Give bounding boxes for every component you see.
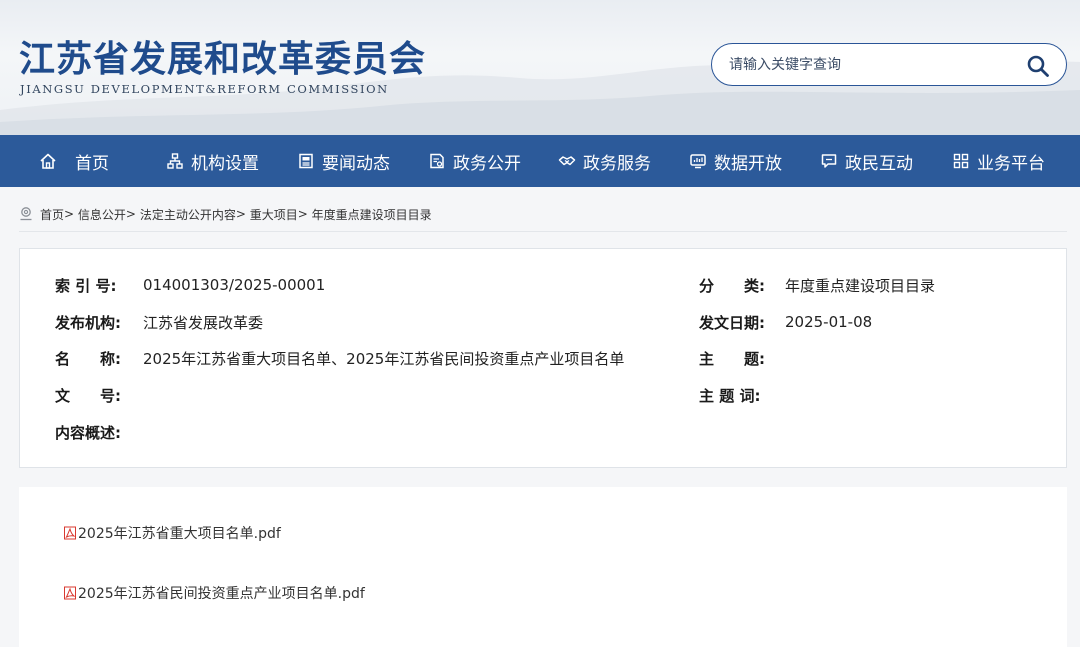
info-subject: 主 题: (699, 347, 785, 369)
site-subtitle: JIANGSU DEVELOPMENT&REFORM COMMISSION (20, 82, 389, 96)
keywords-label: 主 题 词: (699, 386, 761, 405)
info-date: 发文日期: 2025-01-08 (699, 311, 872, 333)
index-value: 014001303/2025-00001 (143, 276, 326, 294)
nav-item-business-platform[interactable]: 业务平台 (952, 135, 1045, 187)
document-info-panel: 索 引 号: 014001303/2025-00001 发布机构: 江苏省发展改… (19, 248, 1067, 468)
attachment-name: 2025年江苏省民间投资重点产业项目名单.pdf (78, 586, 365, 602)
pdf-icon (64, 586, 76, 600)
publisher-value: 江苏省发展改革委 (143, 313, 264, 332)
nav-label: 政务公开 (453, 153, 521, 174)
summary-label: 内容概述: (55, 423, 121, 442)
chat-icon (821, 154, 837, 168)
grid-icon (953, 153, 969, 169)
attachment-link[interactable]: 2025年江苏省民间投资重点产业项目名单.pdf (63, 583, 365, 603)
breadcrumb-item-current[interactable]: 年度重点建设项目目录 (312, 206, 432, 223)
home-icon (40, 153, 56, 169)
nav-item-gov-affairs[interactable]: 政务公开 (428, 135, 521, 187)
nav-label: 数据开放 (714, 153, 782, 174)
nav-item-home[interactable]: 首页 (39, 135, 109, 187)
info-publisher: 发布机构: 江苏省发展改革委 (55, 311, 263, 333)
org-chart-icon (167, 153, 183, 169)
nav-label: 首页 (75, 153, 109, 174)
info-keywords: 主 题 词: (699, 384, 785, 406)
nav-label: 政民互动 (845, 153, 913, 174)
main-nav: 首页 机构设置 要闻动态 政务公开 政务服务 数据开放 政民互动 业务平台 (0, 135, 1080, 187)
location-icon (20, 207, 32, 221)
nav-item-gov-services[interactable]: 政务服务 (558, 135, 651, 187)
nav-item-organization[interactable]: 机构设置 (166, 135, 259, 187)
nav-label: 机构设置 (191, 153, 259, 174)
nav-label: 要闻动态 (322, 153, 390, 174)
date-value: 2025-01-08 (785, 313, 873, 331)
info-docno: 文 号: (55, 384, 143, 406)
subject-label: 主 题: (699, 349, 765, 368)
category-value: 年度重点建设项目目录 (785, 276, 936, 295)
breadcrumb-item[interactable]: 重大项目 (250, 206, 298, 223)
breadcrumb-item[interactable]: 法定主动公开内容 (140, 206, 236, 223)
attachment-link[interactable]: 2025年江苏省重大项目名单.pdf (63, 523, 281, 543)
nav-label: 业务平台 (977, 153, 1045, 174)
breadcrumb-separator: > (125, 207, 136, 221)
date-label: 发文日期: (699, 313, 765, 332)
search-icon[interactable] (1026, 54, 1050, 78)
name-label: 名 称: (55, 349, 121, 368)
nav-item-news[interactable]: 要闻动态 (297, 135, 390, 187)
breadcrumb-separator: > (235, 207, 246, 221)
site-header: 江苏省发展和改革委员会 JIANGSU DEVELOPMENT&REFORM C… (0, 0, 1080, 135)
index-label: 索 引 号: (55, 276, 117, 295)
nav-item-interaction[interactable]: 政民互动 (820, 135, 913, 187)
breadcrumb-item[interactable]: 信息公开 (78, 206, 126, 223)
publisher-label: 发布机构: (55, 313, 121, 332)
breadcrumb-separator: > (64, 207, 75, 221)
search-box (711, 43, 1067, 86)
site-title: 江苏省发展和改革委员会 (19, 39, 427, 80)
pdf-icon (64, 526, 76, 540)
info-name: 名 称: 2025年江苏省重大项目名单、2025年江苏省民间投资重点产业项目名单 (55, 347, 624, 369)
nav-label: 政务服务 (583, 153, 651, 174)
info-index: 索 引 号: 014001303/2025-00001 (55, 274, 325, 296)
name-value: 2025年江苏省重大项目名单、2025年江苏省民间投资重点产业项目名单 (143, 349, 625, 368)
news-icon (299, 153, 313, 169)
info-category: 分 类: 年度重点建设项目目录 (699, 274, 935, 296)
attachments-panel: 2025年江苏省重大项目名单.pdf 2025年江苏省民间投资重点产业项目名单.… (19, 487, 1067, 647)
nav-item-open-data[interactable]: 数据开放 (689, 135, 782, 187)
breadcrumb-item[interactable]: 首页 (40, 206, 64, 223)
attachment-name: 2025年江苏省重大项目名单.pdf (78, 526, 281, 542)
search-input[interactable] (727, 53, 1017, 77)
category-label: 分 类: (699, 276, 765, 295)
info-summary: 内容概述: (55, 421, 143, 443)
docno-label: 文 号: (55, 386, 121, 405)
document-icon (430, 153, 444, 169)
breadcrumb-separator: > (297, 207, 308, 221)
monitor-icon (690, 154, 706, 169)
handshake-icon (558, 156, 576, 166)
divider (19, 231, 1067, 232)
breadcrumb: 首页 > 信息公开 > 法定主动公开内容 > 重大项目 > 年度重点建设项目目录 (19, 203, 432, 225)
